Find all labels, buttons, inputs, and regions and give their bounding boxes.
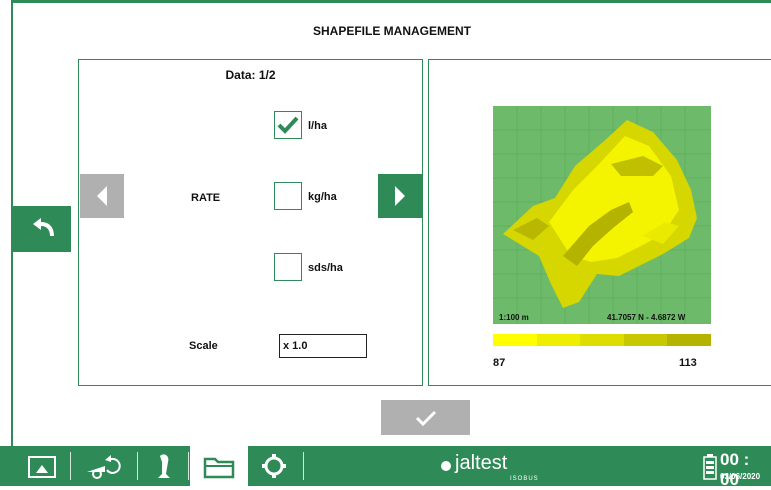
map-coords-text: 41.7057 N - 4.6872 W [607, 313, 686, 322]
map-scale-text: 1:100 m [499, 313, 529, 322]
legend-swatch [623, 334, 668, 346]
option-checkbox-l-ha[interactable] [274, 111, 302, 139]
clock-time: 00 : 00 [720, 450, 750, 489]
chevron-right-icon [395, 186, 405, 206]
tab-divider [188, 452, 189, 480]
tab-settings[interactable] [254, 446, 294, 486]
data-index-label: Data: 1/2 [225, 68, 276, 82]
implement-refresh-icon [87, 455, 121, 479]
app-window: SHAPEFILE MANAGEMENT Data: 1/2 RATE l/ha… [0, 0, 771, 489]
gear-icon [262, 454, 286, 478]
checkmark-icon [415, 410, 436, 426]
option-label-l-ha: l/ha [308, 120, 327, 132]
option-checkbox-kg-ha[interactable] [274, 182, 302, 210]
display-icon [28, 456, 56, 478]
scale-label: Scale [189, 340, 218, 352]
legend-max-value: 113 [679, 357, 697, 369]
option-label-sds-ha: sds/ha [308, 262, 343, 274]
previous-button[interactable] [80, 174, 124, 218]
tab-divider [70, 452, 71, 480]
top-border [13, 0, 771, 3]
next-button[interactable] [378, 174, 422, 218]
legend-swatch [667, 334, 711, 346]
scale-input[interactable]: x 1.0 [279, 334, 367, 358]
confirm-button[interactable] [381, 400, 470, 435]
bottom-toolbar: jaltest ISOBUS 00 : 00 03/06/2020 [0, 446, 771, 489]
rate-label: RATE [191, 192, 221, 204]
color-legend [493, 334, 711, 346]
brand-logo-icon [441, 461, 451, 471]
tab-display[interactable] [20, 446, 64, 486]
legend-swatch [536, 334, 581, 346]
battery-icon [703, 454, 717, 480]
brand-name: jaltest [455, 452, 508, 474]
brand-subtitle: ISOBUS [510, 476, 539, 482]
legend-min-value: 87 [493, 357, 506, 369]
map-panel: 1:100 m 41.7057 N - 4.6872 W 87 113 [428, 59, 771, 386]
tab-divider [137, 452, 138, 480]
left-border [0, 0, 13, 446]
legend-swatch [580, 334, 624, 346]
tab-joystick[interactable] [146, 446, 182, 486]
option-checkbox-sds-ha[interactable] [274, 253, 302, 281]
page-title: SHAPEFILE MANAGEMENT [312, 24, 471, 38]
checkmark-icon [277, 116, 299, 134]
undo-arrow-icon [33, 218, 54, 236]
tab-files[interactable] [190, 446, 248, 486]
back-button[interactable] [13, 206, 71, 252]
joystick-icon [158, 454, 170, 478]
legend-swatch [493, 334, 537, 346]
tab-divider [303, 452, 304, 480]
rate-panel: Data: 1/2 RATE l/ha kg/ha sds/ha Scale x… [78, 59, 423, 386]
chevron-left-icon [97, 186, 107, 206]
clock-date: 03/06/2020 [720, 472, 761, 481]
folder-icon [203, 457, 235, 479]
tab-implement[interactable] [78, 446, 128, 486]
option-label-kg-ha: kg/ha [308, 191, 337, 203]
shapefile-map [493, 106, 711, 324]
